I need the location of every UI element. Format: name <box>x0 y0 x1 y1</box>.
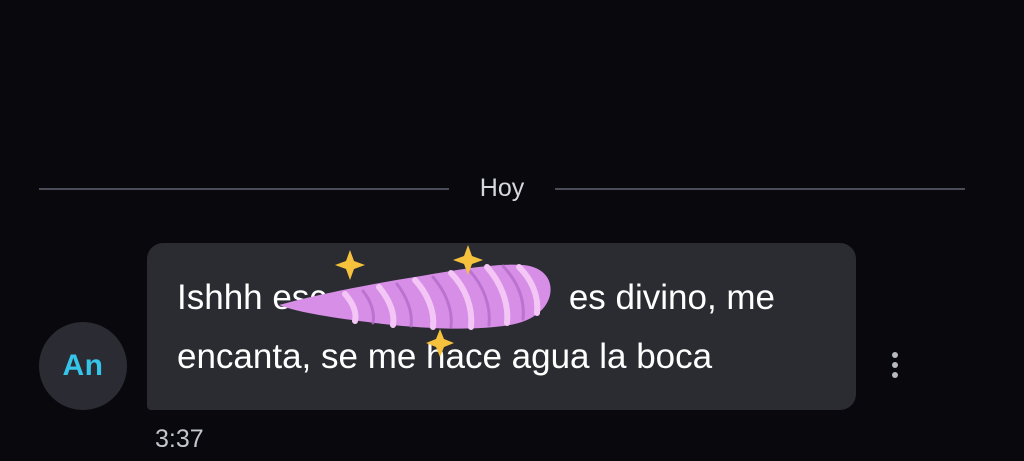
avatar[interactable]: An <box>39 322 127 410</box>
divider-line-right <box>555 188 965 190</box>
more-vertical-icon-dot <box>892 372 898 378</box>
message-text-line-1: Ishhh esc es divino, me <box>177 277 775 319</box>
message-text-line-2: encanta, se me hace agua la boca <box>177 337 713 376</box>
divider-label: Hoy <box>479 174 525 202</box>
message-text-start: Ishhh esc <box>177 278 327 317</box>
message-bubble[interactable]: Ishhh esc es divino, me encanta, se me ha… <box>147 243 856 410</box>
message-text-end: es divino, me <box>568 278 776 317</box>
more-options-button[interactable] <box>880 345 910 385</box>
avatar-initials: An <box>62 349 104 382</box>
message-timestamp: 3:37 <box>155 425 204 453</box>
more-vertical-icon-dot <box>892 362 898 368</box>
more-vertical-icon <box>892 352 898 358</box>
divider-line-left <box>39 188 449 190</box>
